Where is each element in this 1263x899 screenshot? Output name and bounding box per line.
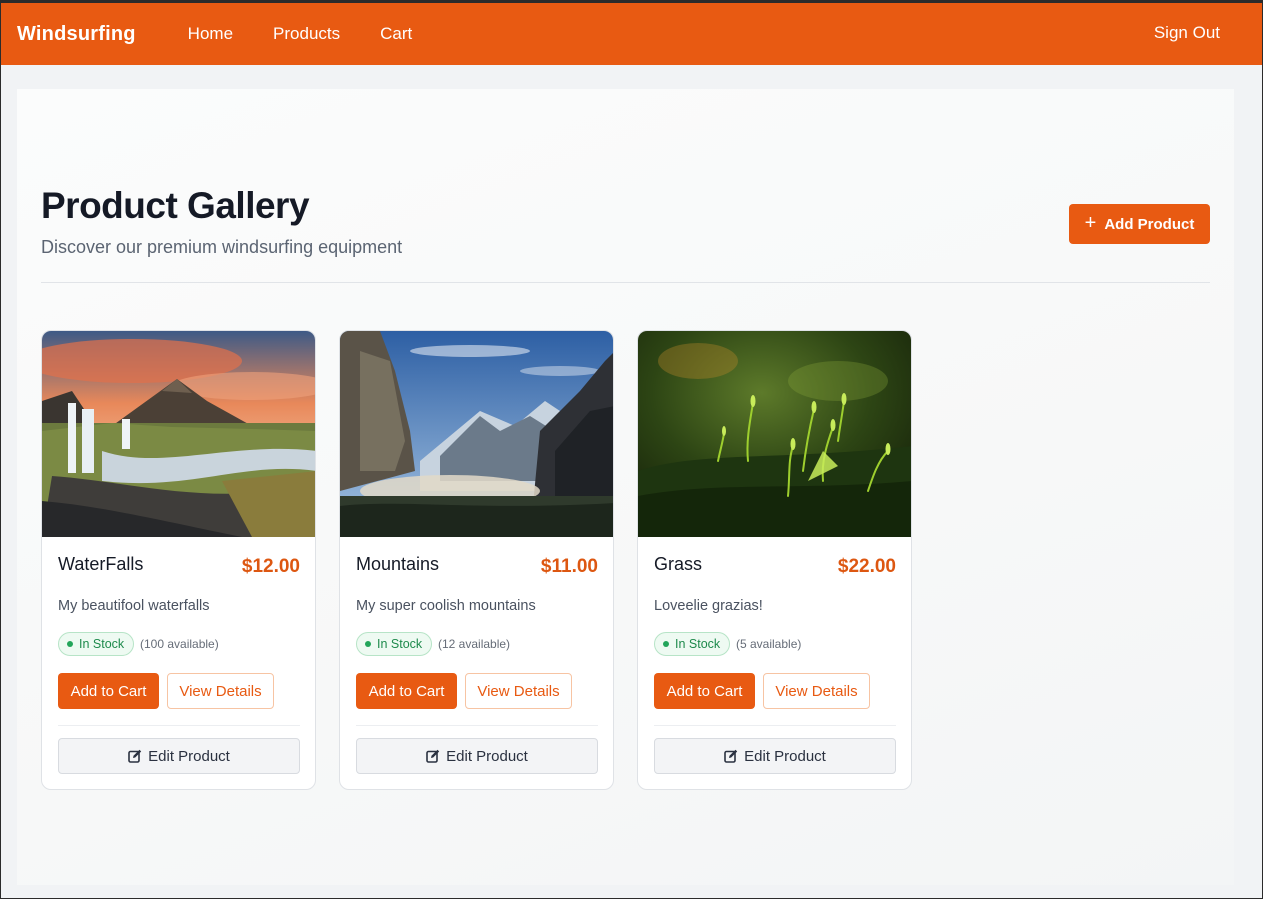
stock-dot-icon [365, 641, 371, 647]
product-name[interactable]: Grass [654, 554, 702, 575]
card-divider [654, 725, 896, 726]
edit-product-button[interactable]: Edit Product [654, 738, 896, 774]
product-name[interactable]: Mountains [356, 554, 439, 575]
edit-product-button[interactable]: Edit Product [356, 738, 598, 774]
page-subtitle: Discover our premium windsurfing equipme… [41, 237, 403, 257]
edit-icon [128, 749, 142, 763]
nav-home-link[interactable]: Home [188, 24, 233, 44]
add-to-cart-button[interactable]: Add to Cart [654, 673, 755, 709]
brand-logo[interactable]: Windsurfing [17, 23, 136, 46]
edit-product-label: Edit Product [744, 747, 826, 765]
main-content: Product Gallery Discover our premium win… [17, 89, 1234, 885]
availability-count: (5 available) [736, 637, 802, 651]
edit-icon [426, 749, 440, 763]
add-to-cart-button[interactable]: Add to Cart [58, 673, 159, 709]
product-card: Grass $22.00 Loveelie grazias! In Stock … [637, 330, 912, 790]
product-name[interactable]: WaterFalls [58, 554, 143, 575]
edit-icon [724, 749, 738, 763]
add-to-cart-button[interactable]: Add to Cart [356, 673, 457, 709]
page-title: Product Gallery [41, 185, 310, 226]
stock-dot-icon [67, 641, 73, 647]
sign-out-link[interactable]: Sign Out [1154, 23, 1220, 43]
product-description: Loveelie grazias! [654, 598, 763, 614]
product-image-grass[interactable] [638, 331, 911, 537]
product-image-mountains[interactable] [340, 331, 613, 537]
stock-badge: In Stock [58, 632, 135, 656]
view-details-button[interactable]: View Details [763, 673, 870, 709]
plus-icon: + [1084, 212, 1097, 234]
stock-label: In Stock [79, 637, 125, 651]
header-divider [41, 282, 1210, 283]
product-description: My beautifool waterfalls [58, 598, 210, 614]
view-details-button[interactable]: View Details [465, 673, 572, 709]
card-divider [58, 725, 300, 726]
card-divider [356, 725, 598, 726]
add-product-label: Add Product [1104, 215, 1195, 233]
stock-dot-icon [663, 641, 669, 647]
edit-product-label: Edit Product [446, 747, 528, 765]
stock-badge: In Stock [654, 632, 731, 656]
product-card: WaterFalls $12.00 My beautifool waterfal… [41, 330, 316, 790]
availability-count: (12 available) [438, 637, 511, 651]
stock-label: In Stock [377, 637, 423, 651]
product-price: $12.00 [241, 556, 300, 577]
product-image-waterfalls[interactable] [42, 331, 315, 537]
add-product-button[interactable]: + Add Product [1069, 204, 1210, 244]
stock-badge: In Stock [356, 632, 433, 656]
product-grid: WaterFalls $12.00 My beautifool waterfal… [41, 330, 912, 790]
nav-products-link[interactable]: Products [273, 24, 340, 44]
availability-count: (100 available) [140, 637, 219, 651]
nav-cart-link[interactable]: Cart [380, 24, 412, 44]
top-navbar: Windsurfing Home Products Cart Sign Out [1, 1, 1262, 65]
view-details-button[interactable]: View Details [167, 673, 274, 709]
product-description: My super coolish mountains [356, 598, 536, 614]
product-price: $11.00 [540, 556, 598, 577]
edit-product-label: Edit Product [148, 747, 230, 765]
product-card: Mountains $11.00 My super coolish mounta… [339, 330, 614, 790]
stock-label: In Stock [675, 637, 721, 651]
product-price: $22.00 [837, 556, 896, 577]
edit-product-button[interactable]: Edit Product [58, 738, 300, 774]
